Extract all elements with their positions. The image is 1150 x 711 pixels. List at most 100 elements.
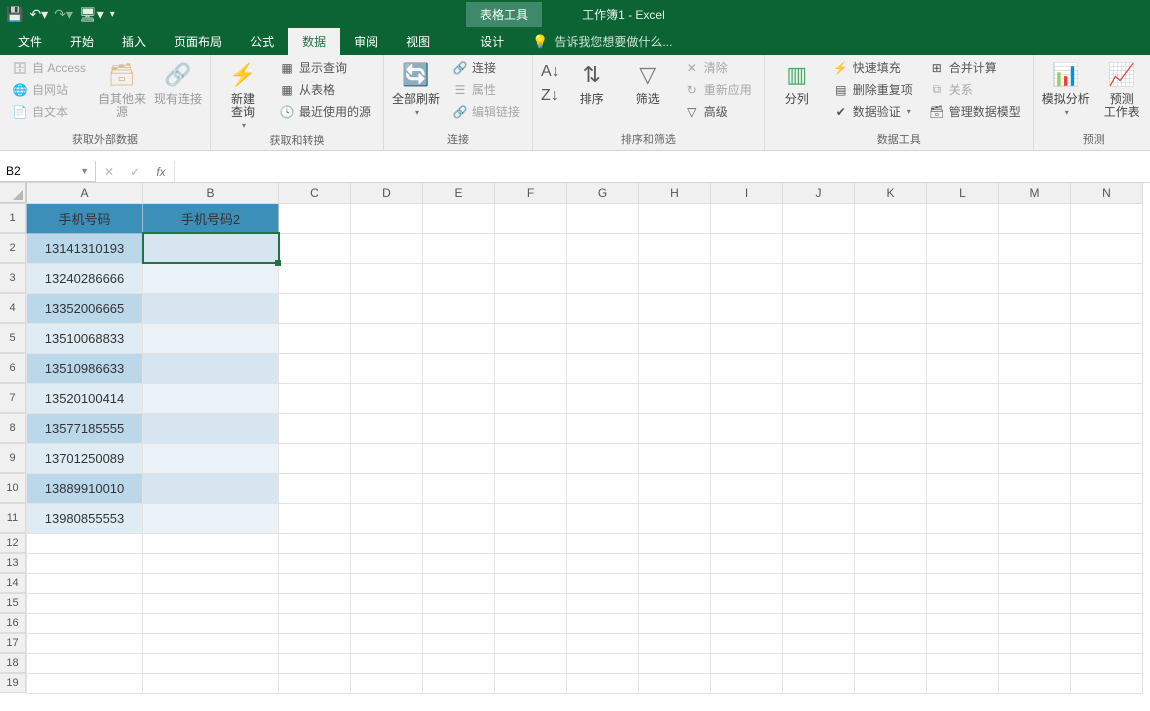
cell-L8[interactable]	[927, 413, 999, 443]
enter-formula-icon[interactable]: ✓	[122, 165, 148, 179]
relationships-button[interactable]: ⧉关系	[925, 79, 1025, 100]
col-header-M[interactable]: M	[999, 183, 1071, 203]
col-header-G[interactable]: G	[567, 183, 639, 203]
cell-A16[interactable]	[27, 613, 143, 633]
cell-A18[interactable]	[27, 653, 143, 673]
cell-M11[interactable]	[999, 503, 1071, 533]
cell-C12[interactable]	[279, 533, 351, 553]
cell-B11[interactable]	[143, 503, 279, 533]
cell-H13[interactable]	[639, 553, 711, 573]
cell-I18[interactable]	[711, 653, 783, 673]
cell-M8[interactable]	[999, 413, 1071, 443]
cell-H8[interactable]	[639, 413, 711, 443]
cell-H9[interactable]	[639, 443, 711, 473]
name-box-dropdown-icon[interactable]: ▼	[80, 166, 89, 176]
cell-E1[interactable]	[423, 203, 495, 233]
cell-J11[interactable]	[783, 503, 855, 533]
cell-F11[interactable]	[495, 503, 567, 533]
cell-B14[interactable]	[143, 573, 279, 593]
cell-A10[interactable]: 13889910010	[27, 473, 143, 503]
cell-E11[interactable]	[423, 503, 495, 533]
cell-I16[interactable]	[711, 613, 783, 633]
cell-J1[interactable]	[783, 203, 855, 233]
cell-D18[interactable]	[351, 653, 423, 673]
cell-H18[interactable]	[639, 653, 711, 673]
cell-E2[interactable]	[423, 233, 495, 263]
cell-F2[interactable]	[495, 233, 567, 263]
cell-F3[interactable]	[495, 263, 567, 293]
cell-I9[interactable]	[711, 443, 783, 473]
refresh-all-button[interactable]: 🔄全部刷新	[392, 57, 440, 117]
cell-F6[interactable]	[495, 353, 567, 383]
cell-F12[interactable]	[495, 533, 567, 553]
cell-J17[interactable]	[783, 633, 855, 653]
cell-C3[interactable]	[279, 263, 351, 293]
cell-J4[interactable]	[783, 293, 855, 323]
cell-E10[interactable]	[423, 473, 495, 503]
cell-F18[interactable]	[495, 653, 567, 673]
cell-N3[interactable]	[1071, 263, 1143, 293]
cell-M10[interactable]	[999, 473, 1071, 503]
cell-D3[interactable]	[351, 263, 423, 293]
cell-F16[interactable]	[495, 613, 567, 633]
cell-D4[interactable]	[351, 293, 423, 323]
cell-F19[interactable]	[495, 673, 567, 693]
cell-K11[interactable]	[855, 503, 927, 533]
cell-C1[interactable]	[279, 203, 351, 233]
tell-me-search[interactable]: 💡告诉我您想要做什么...	[518, 28, 686, 55]
row-header-19[interactable]: 19	[0, 673, 26, 693]
row-header-12[interactable]: 12	[0, 533, 26, 553]
cell-E5[interactable]	[423, 323, 495, 353]
cell-G5[interactable]	[567, 323, 639, 353]
tab-insert[interactable]: 插入	[108, 28, 160, 55]
cell-J3[interactable]	[783, 263, 855, 293]
cell-M18[interactable]	[999, 653, 1071, 673]
cell-E16[interactable]	[423, 613, 495, 633]
cell-A3[interactable]: 13240286666	[27, 263, 143, 293]
cell-M1[interactable]	[999, 203, 1071, 233]
cell-A17[interactable]	[27, 633, 143, 653]
cell-G4[interactable]	[567, 293, 639, 323]
cell-C11[interactable]	[279, 503, 351, 533]
cell-N19[interactable]	[1071, 673, 1143, 693]
cell-E14[interactable]	[423, 573, 495, 593]
cell-D5[interactable]	[351, 323, 423, 353]
cell-A1[interactable]: 手机号码	[27, 203, 143, 233]
cell-A12[interactable]	[27, 533, 143, 553]
cell-H5[interactable]	[639, 323, 711, 353]
cell-E19[interactable]	[423, 673, 495, 693]
cell-A15[interactable]	[27, 593, 143, 613]
cell-G19[interactable]	[567, 673, 639, 693]
cell-L15[interactable]	[927, 593, 999, 613]
cell-E18[interactable]	[423, 653, 495, 673]
cell-H2[interactable]	[639, 233, 711, 263]
tab-review[interactable]: 审阅	[340, 28, 392, 55]
cell-M5[interactable]	[999, 323, 1071, 353]
name-box-input[interactable]	[6, 164, 66, 178]
cell-C6[interactable]	[279, 353, 351, 383]
cell-H15[interactable]	[639, 593, 711, 613]
cell-A6[interactable]: 13510986633	[27, 353, 143, 383]
col-header-B[interactable]: B	[143, 183, 279, 203]
col-header-I[interactable]: I	[711, 183, 783, 203]
cell-H16[interactable]	[639, 613, 711, 633]
cell-G18[interactable]	[567, 653, 639, 673]
filter-button[interactable]: ▽筛选	[624, 57, 672, 106]
from-table-button[interactable]: ▦从表格	[275, 79, 375, 100]
cell-L18[interactable]	[927, 653, 999, 673]
cell-B3[interactable]	[143, 263, 279, 293]
cell-C17[interactable]	[279, 633, 351, 653]
from-text-button[interactable]: 📄自文本	[8, 101, 90, 122]
cell-L5[interactable]	[927, 323, 999, 353]
cell-C10[interactable]	[279, 473, 351, 503]
cell-B5[interactable]	[143, 323, 279, 353]
cell-I19[interactable]	[711, 673, 783, 693]
cell-N6[interactable]	[1071, 353, 1143, 383]
row-header-11[interactable]: 11	[0, 503, 26, 533]
cell-D7[interactable]	[351, 383, 423, 413]
cell-D15[interactable]	[351, 593, 423, 613]
cell-J16[interactable]	[783, 613, 855, 633]
cell-C7[interactable]	[279, 383, 351, 413]
tab-formulas[interactable]: 公式	[236, 28, 288, 55]
cell-G8[interactable]	[567, 413, 639, 443]
